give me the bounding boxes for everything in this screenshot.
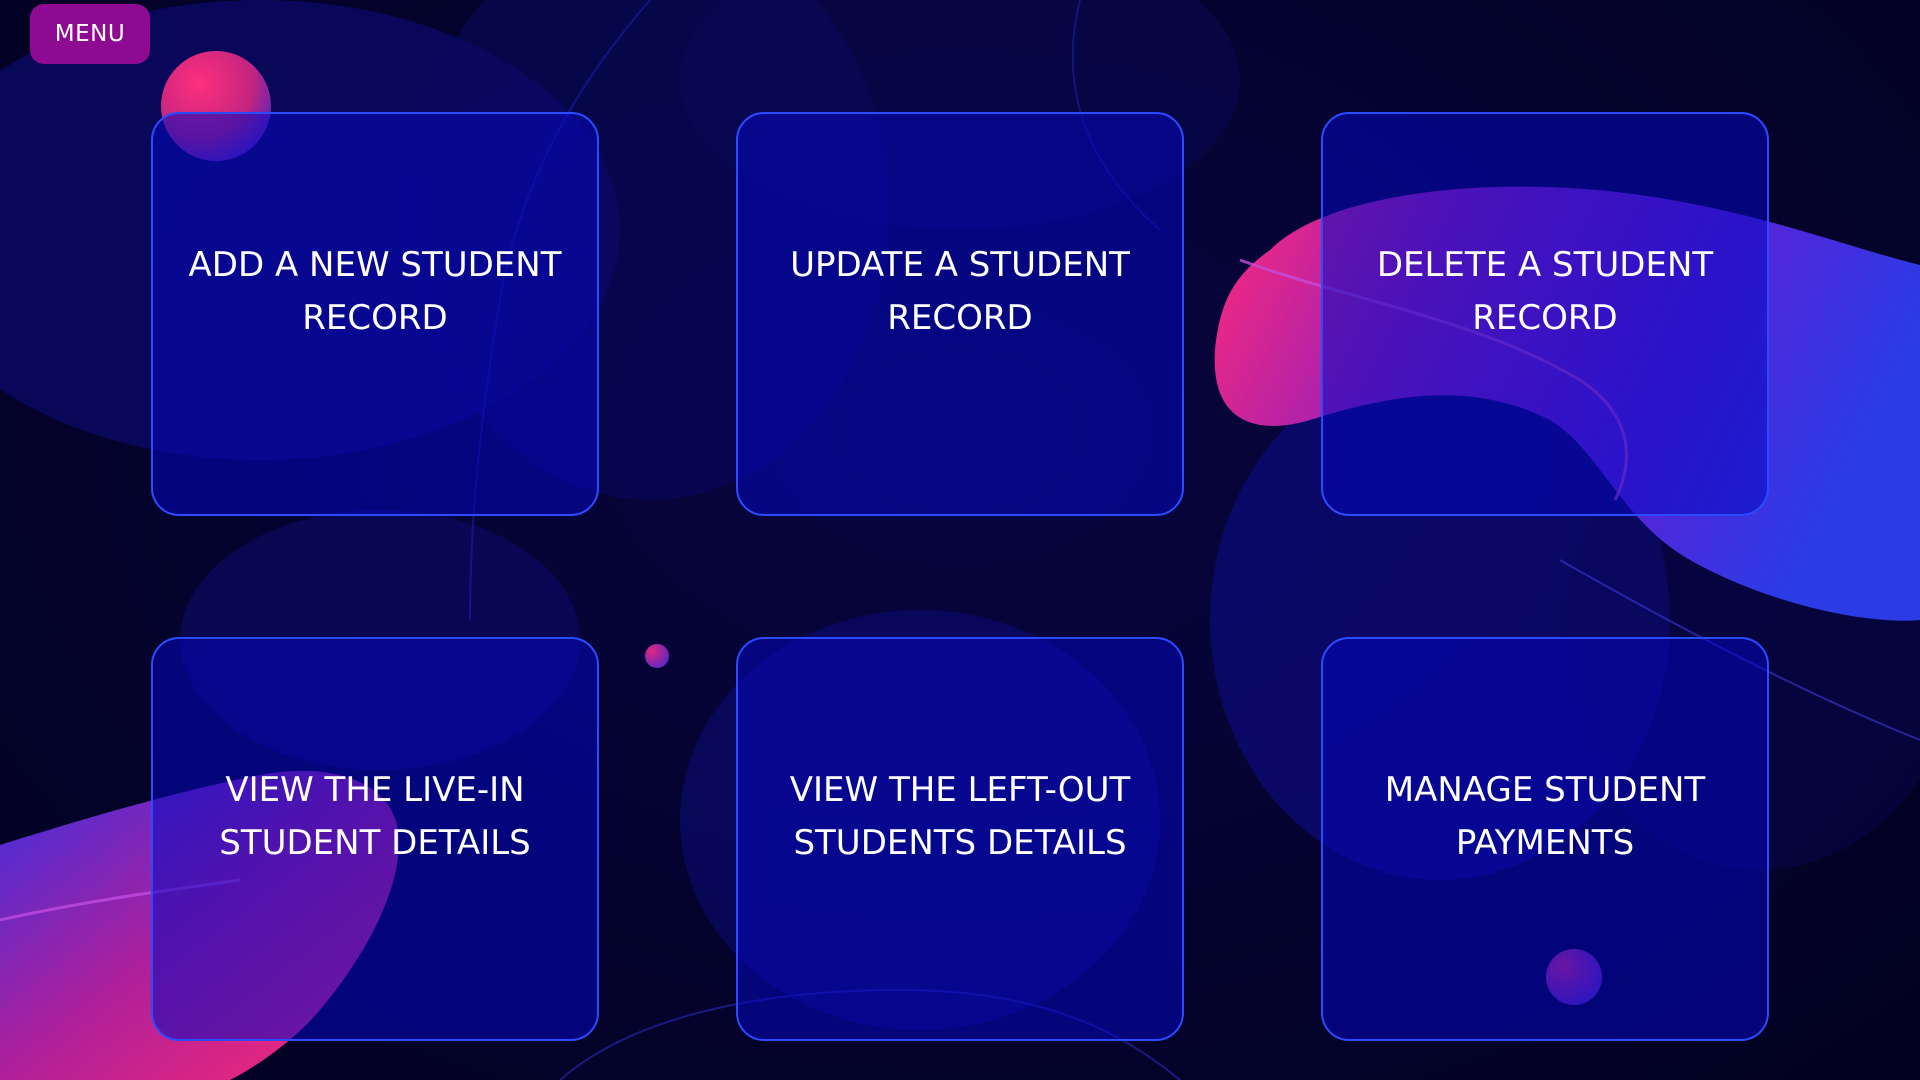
view-left-out-students-card[interactable]: VIEW THE LEFT-OUT STUDENTS DETAILS xyxy=(736,637,1184,1041)
view-live-in-students-card[interactable]: VIEW THE LIVE-IN STUDENT DETAILS xyxy=(151,637,599,1041)
update-student-record-card[interactable]: UPDATE A STUDENT RECORD xyxy=(736,112,1184,516)
app-window: MENU ADD A NEW STUDENT RECORD UPDATE A S… xyxy=(0,0,1920,1080)
manage-student-payments-label: MANAGE STUDENT PAYMENTS xyxy=(1384,770,1706,863)
menu-button[interactable]: MENU xyxy=(30,4,150,64)
add-student-record-label: ADD A NEW STUDENT RECORD xyxy=(188,245,562,338)
update-student-record-label: UPDATE A STUDENT RECORD xyxy=(790,245,1130,338)
view-live-in-students-label: VIEW THE LIVE-IN STUDENT DETAILS xyxy=(219,770,531,863)
manage-student-payments-card[interactable]: MANAGE STUDENT PAYMENTS xyxy=(1321,637,1769,1041)
view-left-out-students-label: VIEW THE LEFT-OUT STUDENTS DETAILS xyxy=(789,770,1131,863)
add-student-record-card[interactable]: ADD A NEW STUDENT RECORD xyxy=(151,112,599,516)
delete-student-record-label: DELETE A STUDENT RECORD xyxy=(1376,245,1714,338)
delete-student-record-card[interactable]: DELETE A STUDENT RECORD xyxy=(1321,112,1769,516)
